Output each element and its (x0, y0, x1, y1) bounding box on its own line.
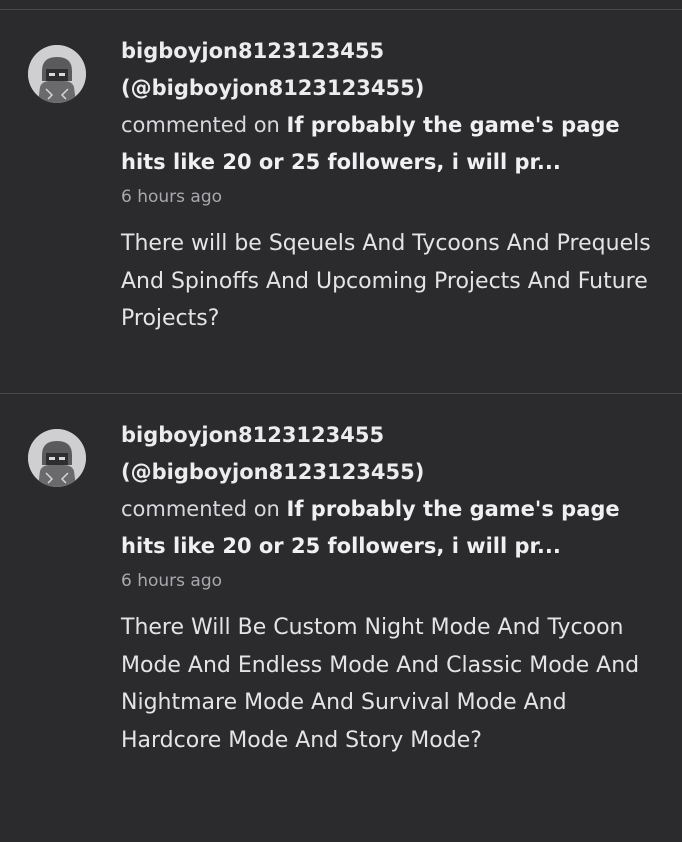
username-link[interactable]: bigboyjon8123123455 (121, 33, 656, 70)
activity-item: bigboyjon8123123455 (@bigboyjon812312345… (0, 10, 682, 393)
comment-content: bigboyjon8123123455 (@bigboyjon812312345… (121, 33, 656, 338)
activity-feed: bigboyjon8123123455 (@bigboyjon812312345… (0, 0, 682, 842)
comment-text: There Will Be Custom Night Mode And Tyco… (121, 615, 640, 753)
activity-item: bigboyjon8123123455 (@bigboyjon812312345… (0, 394, 682, 842)
timestamp: 6 hours ago (121, 187, 223, 207)
user-avatar-icon[interactable] (28, 429, 86, 487)
timestamp: 6 hours ago (121, 571, 223, 591)
activity-line: commented on If probably the game's page… (121, 491, 656, 565)
activity-verb: commented on (121, 497, 280, 521)
activity-line: commented on If probably the game's page… (121, 107, 656, 181)
user-handle[interactable]: (@bigboyjon8123123455) (121, 454, 656, 491)
username-link[interactable]: bigboyjon8123123455 (121, 417, 656, 454)
user-avatar-icon[interactable] (28, 45, 86, 103)
activity-verb: commented on (121, 113, 280, 137)
comment-content: bigboyjon8123123455 (@bigboyjon812312345… (121, 417, 656, 759)
user-handle[interactable]: (@bigboyjon8123123455) (121, 70, 656, 107)
comment-text: There will be Sqeuels And Tycoons And Pr… (121, 231, 651, 331)
